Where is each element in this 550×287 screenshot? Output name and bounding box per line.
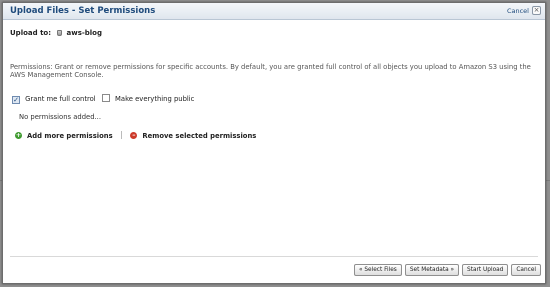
- start-upload-button[interactable]: Start Upload: [462, 264, 509, 276]
- minus-circle-icon: –: [130, 131, 138, 139]
- plus-circle-icon: +: [15, 131, 22, 139]
- dialog-titlebar: Upload Files - Set Permissions Cancel ×: [3, 3, 545, 20]
- no-permissions-text: No permissions added...: [19, 113, 101, 121]
- dialog-title: Upload Files - Set Permissions: [10, 6, 156, 16]
- add-permissions-button[interactable]: + Add more permissions: [15, 132, 113, 140]
- dialog-footer: « Select Files Set Metadata » Start Uplo…: [353, 264, 541, 276]
- remove-permissions-button[interactable]: – Remove selected permissions: [130, 132, 256, 140]
- bucket-icon: [57, 30, 63, 36]
- grant-full-control-label[interactable]: Grant me full control: [25, 95, 96, 103]
- upload-destination: Upload to: aws-blog: [10, 29, 102, 37]
- make-public-checkbox[interactable]: [101, 94, 110, 102]
- add-permissions-label: Add more permissions: [27, 131, 113, 140]
- bucket-name: aws-blog: [66, 29, 103, 37]
- cancel-button[interactable]: Cancel: [511, 264, 541, 276]
- permissions-description: Permissions: Grant or remove permissions…: [10, 63, 531, 79]
- remove-permissions-label: Remove selected permissions: [142, 131, 257, 140]
- footer-divider: [10, 256, 538, 257]
- action-separator: [121, 131, 123, 139]
- permission-actions: + Add more permissions – Remove selected…: [15, 131, 256, 140]
- make-public-label[interactable]: Make everything public: [115, 95, 194, 103]
- upload-to-label: Upload to:: [10, 29, 52, 37]
- set-metadata-button[interactable]: Set Metadata »: [404, 264, 460, 276]
- grant-full-control-checkbox[interactable]: ✓: [12, 96, 20, 104]
- permission-checkboxes: ✓ Grant me full control Make everything …: [12, 94, 198, 104]
- cancel-link[interactable]: Cancel: [507, 7, 529, 15]
- close-icon[interactable]: ×: [532, 6, 541, 15]
- select-files-button[interactable]: « Select Files: [353, 264, 402, 276]
- upload-files-dialog: Upload Files - Set Permissions Cancel × …: [2, 2, 546, 284]
